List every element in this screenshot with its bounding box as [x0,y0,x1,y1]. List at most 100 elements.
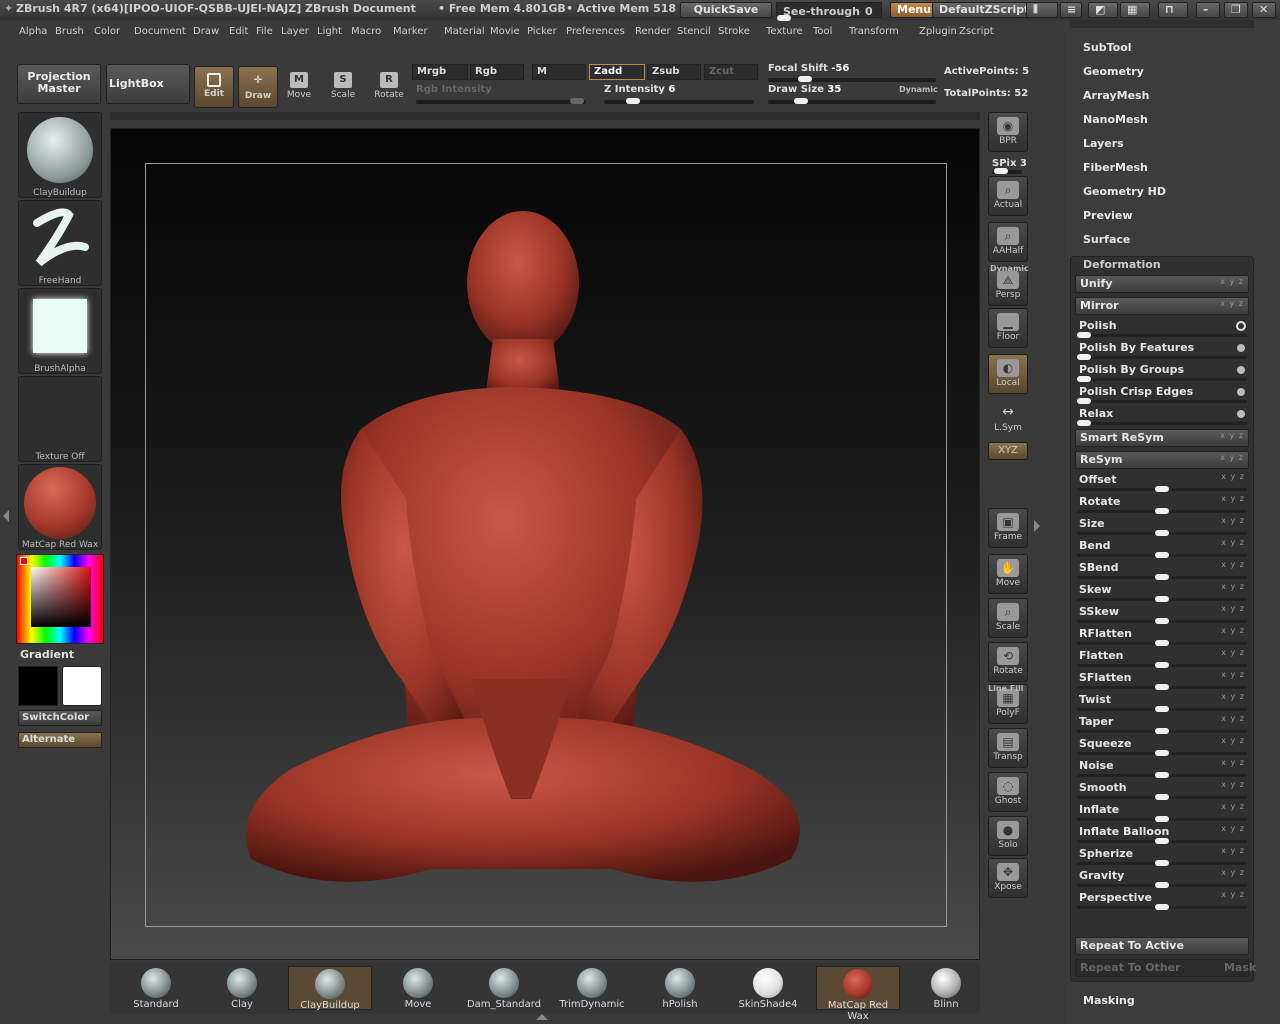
deform-size[interactable]: Size x y z [1075,515,1249,536]
xpose-button[interactable]: ✥ Xpose [988,858,1028,898]
deform-polish-by-features[interactable]: Polish By Features [1075,339,1249,360]
deform-polish-crisp-edges[interactable]: Polish Crisp Edges [1075,383,1249,404]
ui-layout-icon[interactable]: ▦ [1120,2,1150,18]
deform-sbend[interactable]: SBend x y z [1075,559,1249,580]
deform-slider-knob[interactable] [1155,530,1169,536]
toggle-dot-icon[interactable] [1237,410,1245,418]
deform-slider-knob[interactable] [1155,838,1169,844]
aahalf-button[interactable]: ⌕ AAHalf [988,222,1028,262]
subpalette-geometry-hd[interactable]: Geometry HD [1083,185,1166,198]
xyz-axis-icon[interactable]: x y z [1221,604,1245,613]
deform-polish[interactable]: Polish [1075,317,1249,338]
deform-resym[interactable]: ReSym x y z [1075,451,1249,469]
menu-document[interactable]: Document [134,26,186,37]
rotate-button[interactable]: ⟲ Rotate [988,642,1028,682]
deform-taper[interactable]: Taper x y z [1075,713,1249,734]
menu-edit[interactable]: Edit [229,26,248,37]
toggle-dot-icon[interactable] [1237,388,1245,396]
menu-texture[interactable]: Texture [766,26,803,37]
switchcolor-button[interactable]: SwitchColor [18,710,102,726]
bottom-tray-toggle-icon[interactable] [536,1014,548,1020]
floor-button[interactable]: ▁ Floor [988,308,1028,348]
menu-layer[interactable]: Layer [281,26,309,37]
zcut-button[interactable]: Zcut [704,64,758,80]
lock-icon[interactable]: ⊓ [1158,2,1188,18]
deform-twist[interactable]: Twist x y z [1075,691,1249,712]
deform-offset[interactable]: Offset x y z [1075,471,1249,492]
deform-slider[interactable] [1077,640,1247,646]
toggle-dot-icon[interactable] [1237,344,1245,352]
sculpted-figure[interactable] [211,209,831,889]
menu-material[interactable]: Material [444,26,485,37]
shelf-skinshade4[interactable]: SkinShade4 [726,966,810,1010]
frame-button[interactable]: ▣ Frame [988,508,1028,548]
menu-stencil[interactable]: Stencil [677,26,711,37]
deform-slider[interactable] [1077,508,1247,514]
xyz-axis-icon[interactable]: x y z [1221,802,1245,811]
deform-slider[interactable] [1077,596,1247,602]
rgb-intensity-knob[interactable] [570,98,584,104]
edit-mode-button[interactable]: Edit [194,66,234,108]
deform-sflatten[interactable]: SFlatten x y z [1075,669,1249,690]
shelf-claybuildup[interactable]: ClayBuildup [288,966,372,1011]
deform-flatten[interactable]: Flatten x y z [1075,647,1249,668]
xyz-axis-icon[interactable]: x y z [1221,516,1245,525]
deform-gravity[interactable]: Gravity x y z [1075,867,1249,888]
color-picker-square[interactable] [31,567,91,627]
menu-toggle-icon[interactable]: ≡ [1060,2,1082,18]
rotate-mode-button[interactable]: R Rotate [369,66,409,108]
spix-knob[interactable] [994,168,1008,174]
xyz-button[interactable]: XYZ [988,442,1028,460]
shelf-standard[interactable]: Standard [114,966,198,1010]
menu-zplugin[interactable]: Zplugin [919,26,957,37]
deform-slider[interactable] [1077,794,1247,800]
xyz-axis-icon[interactable]: x y z [1220,299,1244,308]
deform-slider[interactable] [1077,750,1247,756]
spix-slider[interactable] [992,168,1022,174]
menu-marker[interactable]: Marker [393,26,428,37]
draw-mode-button[interactable]: ✛ Draw [238,66,278,108]
deform-sskew[interactable]: SSkew x y z [1075,603,1249,624]
subpalette-preview[interactable]: Preview [1083,209,1133,222]
deform-slider-knob[interactable] [1155,508,1169,514]
xyz-axis-icon[interactable]: x y z [1221,494,1245,503]
deform-slider-knob[interactable] [1155,618,1169,624]
z-intensity-knob[interactable] [626,98,640,104]
xyz-axis-icon[interactable]: x y z [1221,472,1245,481]
deform-slider-knob[interactable] [1077,332,1091,338]
menu-macro[interactable]: Macro [351,26,381,37]
default-zscript-button[interactable]: DefaultZScript [932,2,1037,18]
menu-picker[interactable]: Picker [527,26,557,37]
deform-slider[interactable] [1077,662,1247,668]
deform-slider-knob[interactable] [1077,420,1091,426]
xyz-axis-icon[interactable]: x y z [1221,736,1245,745]
xyz-axis-icon[interactable]: x y z [1220,453,1244,462]
material-thumbnail[interactable]: MatCap Red Wax [18,464,102,550]
subpalette-fibermesh[interactable]: FiberMesh [1083,161,1148,174]
xyz-axis-icon[interactable]: x y z [1221,824,1245,833]
menu-file[interactable]: File [256,26,273,37]
deform-rotate[interactable]: Rotate x y z [1075,493,1249,514]
focal-shift-slider[interactable] [768,76,936,82]
shelf-hpolish[interactable]: hPolish [638,966,722,1010]
deform-slider-knob[interactable] [1077,398,1091,404]
xyz-axis-icon[interactable]: x y z [1221,758,1245,767]
repeat-to-other-button[interactable]: Repeat To Other Mask [1075,959,1256,977]
mrgb-button[interactable]: Mrgb [412,64,468,80]
shelf-dam-standard[interactable]: Dam_Standard [462,966,546,1010]
deform-noise[interactable]: Noise x y z [1075,757,1249,778]
deform-slider-knob[interactable] [1077,354,1091,360]
deform-smart-resym[interactable]: Smart ReSym x y z [1075,429,1249,447]
xyz-axis-icon[interactable]: x y z [1221,714,1245,723]
deform-slider-knob[interactable] [1155,904,1169,910]
subpalette-arraymesh[interactable]: ArrayMesh [1083,89,1149,102]
ui-color-icon[interactable]: ◩ [1088,2,1118,18]
move-button[interactable]: ✋ Move [988,554,1028,594]
focal-shift-knob[interactable] [798,76,812,82]
subpalette-subtool[interactable]: SubTool [1083,41,1132,54]
subpalette-nanomesh[interactable]: NanoMesh [1083,113,1148,126]
shelf-trimdynamic[interactable]: TrimDynamic [550,966,634,1010]
deform-slider-knob[interactable] [1155,574,1169,580]
close-icon[interactable]: ✕ [1252,2,1276,18]
actual-button[interactable]: ⌕ Actual [988,176,1028,216]
